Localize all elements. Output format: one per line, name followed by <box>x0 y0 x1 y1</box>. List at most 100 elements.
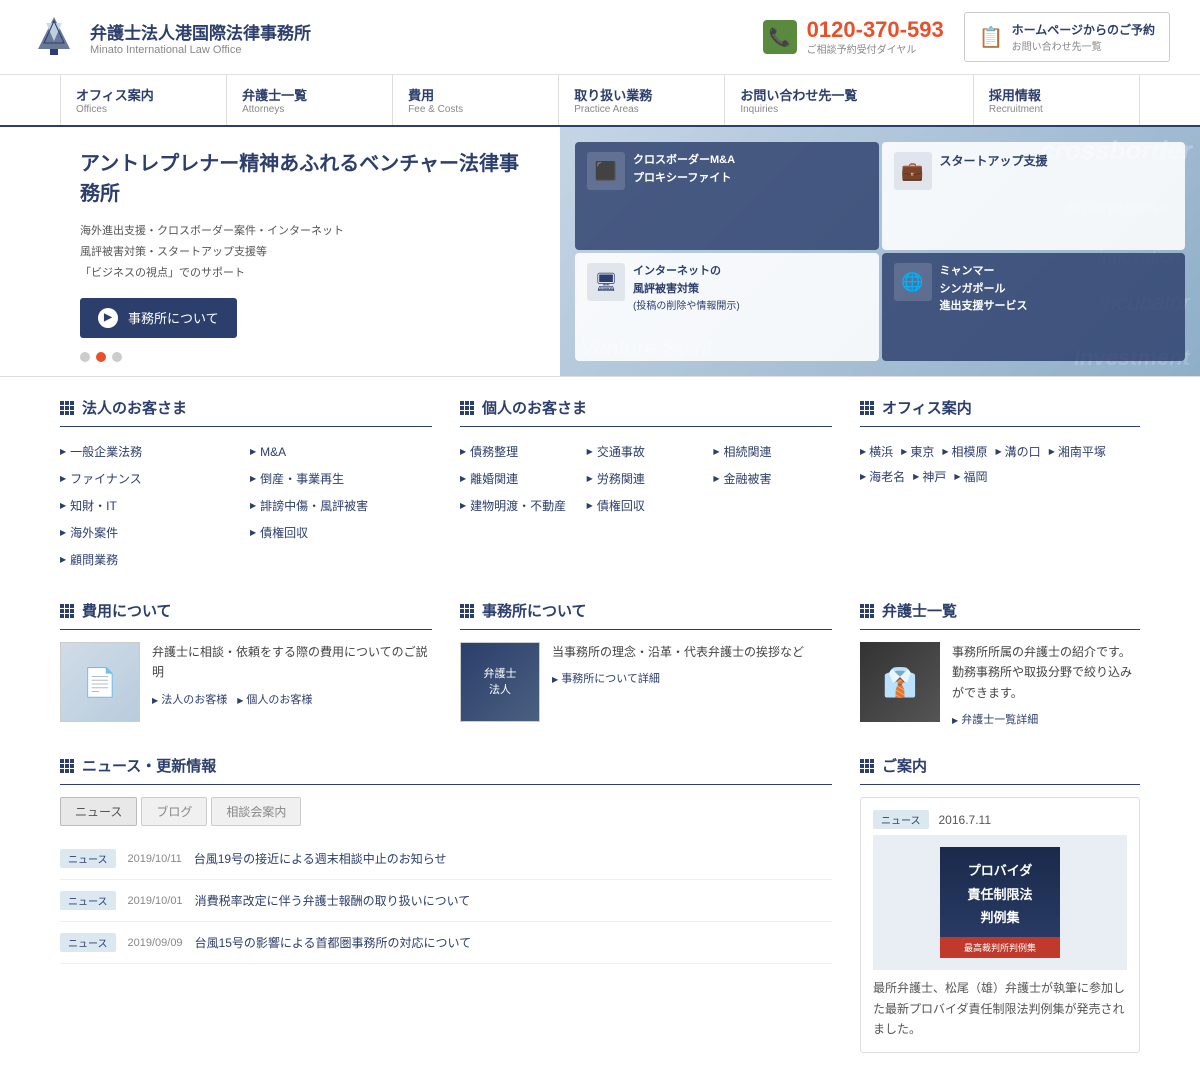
hojin-link-chizai[interactable]: ▶知財・IT <box>60 493 242 518</box>
kojin-link-kinyu[interactable]: ▶金融被害 <box>713 466 832 491</box>
kojin-header: 個人のお客さま <box>460 397 832 427</box>
news-tab-blog[interactable]: ブログ <box>141 797 207 826</box>
kojin-link-rodo[interactable]: ▶労務関連 <box>587 466 706 491</box>
news-tab-soudan[interactable]: 相談会案内 <box>211 797 301 826</box>
hojin-link-tosan[interactable]: ▶倒産・事業再生 <box>250 466 432 491</box>
hero-card-ma[interactable]: ⬛ クロスボーダーM&Aプロキシーファイト <box>575 142 879 250</box>
hojin-title: 法人のお客さま <box>82 397 187 418</box>
cost-link-kojin[interactable]: ▶ 個人のお客様 <box>237 691 312 707</box>
firm-name-jp: 弁護士法人港国際法律事務所 <box>90 19 311 44</box>
contact-sublabel: お問い合わせ先一覧 <box>1012 38 1155 53</box>
nav-label-en: Attorneys <box>242 104 377 115</box>
nav-item-attorneys[interactable]: 弁護士一覧 Attorneys <box>227 75 393 125</box>
hero-dot-2[interactable] <box>96 352 106 362</box>
hero-left: アントレプレナー精神あふれるベンチャー法律事務所 海外進出支援・クロスボーダー案… <box>0 127 560 376</box>
news-tabs: ニュース ブログ 相談会案内 <box>60 797 832 826</box>
nav-item-recruitment[interactable]: 採用情報 Recruitment <box>974 75 1140 125</box>
hero-card-icon-internet: 🖥 <box>587 263 625 301</box>
hero-dot-3[interactable] <box>112 352 122 362</box>
kojin-section: 個人のお客さま ▶債務整理 ▶交通事故 ▶相続関連 ▶離婚関連 ▶労務関連 ▶金… <box>460 397 832 572</box>
office-mizonokuchi[interactable]: ▶溝の口 <box>996 439 1049 464</box>
nav-item-inquiries[interactable]: お問い合わせ先一覧 Inquiries <box>725 75 974 125</box>
news-link-2[interactable]: 消費税率改定に伴う弁護士報酬の取り扱いについて <box>195 892 471 909</box>
main-content: 法人のお客さま ▶一般企業法務 ▶M&A ▶ファイナンス ▶倒産・事業再生 ▶知… <box>30 377 1170 1073</box>
contact-box[interactable]: 📋 ホームページからのご予約 お問い合わせ先一覧 <box>964 12 1170 62</box>
hojin-link-komon[interactable]: ▶顧問業務 <box>60 547 242 572</box>
office-ebina[interactable]: ▶海老名 <box>860 464 913 489</box>
attorney-card: 👔 事務所所属の弁護士の紹介です。勤務事務所や取扱分野で絞り込みができます。 ▶… <box>860 642 1140 727</box>
hero-button[interactable]: ▶ 事務所について <box>80 298 237 338</box>
office-sagamihara[interactable]: ▶相模原 <box>942 439 995 464</box>
news-badge-1: ニュース <box>60 849 116 868</box>
office-tokyo[interactable]: ▶東京 <box>901 439 942 464</box>
hero-dots <box>80 352 530 362</box>
hojin-link-hibo[interactable]: ▶誹謗中傷・風評被害 <box>250 493 432 518</box>
hero-card-text-internet: インターネットの風評被害対策(投稿の削除や情報開示) <box>633 263 740 316</box>
office-shonan[interactable]: ▶湘南平塚 <box>1049 439 1110 464</box>
jimusho-header: 事務所について <box>460 600 832 630</box>
logo-icon <box>30 13 78 61</box>
attorney-detail-link[interactable]: ▶ 弁護士一覧詳細 <box>952 714 1038 726</box>
attorney-desc: 事務所所属の弁護士の紹介です。勤務事務所や取扱分野で絞り込みができます。 <box>952 642 1140 703</box>
hojin-link-saiken[interactable]: ▶債権回収 <box>250 520 432 545</box>
nav-item-practice[interactable]: 取り扱い業務 Practice Areas <box>559 75 725 125</box>
nav-label-jp: 取り扱い業務 <box>574 85 709 104</box>
hojin-section: 法人のお客さま ▶一般企業法務 ▶M&A ▶ファイナンス ▶倒産・事業再生 ▶知… <box>60 397 432 572</box>
kojin-link-jiko[interactable]: ▶交通事故 <box>587 439 706 464</box>
cost-link-hojin[interactable]: ▶ 法人のお客様 <box>152 691 227 707</box>
news-link-1[interactable]: 台風19号の接近による週末相談中止のお知らせ <box>194 850 447 867</box>
guide-book-title: プロバイダ 責任制限法 判例集 <box>948 859 1052 929</box>
kojin-link-sozoku[interactable]: ▶相続関連 <box>713 439 832 464</box>
guide-book-img: プロバイダ 責任制限法 判例集 最高裁判所判例集 <box>873 835 1127 970</box>
kojin-link-saiken2[interactable]: ▶債権回収 <box>587 493 706 518</box>
office-section: オフィス案内 ▶横浜 ▶東京 ▶相模原 ▶溝の口 ▶湘南平塚 ▶海老名 ▶神戸 … <box>860 397 1140 572</box>
kojin-title: 個人のお客さま <box>482 397 587 418</box>
hero-card-internet[interactable]: 🖥 インターネットの風評被害対策(投稿の削除や情報開示) <box>575 253 879 361</box>
jimusho-detail-link[interactable]: ▶ 事務所について詳細 <box>552 673 660 685</box>
office-links: ▶横浜 ▶東京 ▶相模原 ▶溝の口 ▶湘南平塚 ▶海老名 ▶神戸 ▶福岡 <box>860 439 1140 489</box>
office-title: オフィス案内 <box>882 397 972 418</box>
hero-desc: 海外進出支援・クロスボーダー案件・インターネット 風評被害対策・スタートアップ支… <box>80 221 530 284</box>
office-yokohama[interactable]: ▶横浜 <box>860 439 901 464</box>
hero-card-text-ma: クロスボーダーM&Aプロキシーファイト <box>633 152 735 187</box>
office-fukuoka[interactable]: ▶福岡 <box>954 464 995 489</box>
news-tab-news[interactable]: ニュース <box>60 797 137 826</box>
news-item-1: ニュース 2019/10/11 台風19号の接近による週末相談中止のお知らせ <box>60 838 832 880</box>
hero-card-myanmar[interactable]: 🌐 ミャンマーシンガポール進出支援サービス <box>882 253 1186 361</box>
kojin-link-tatemono[interactable]: ▶建物明渡・不動産 <box>460 493 579 518</box>
nav-item-fees[interactable]: 費用 Fee & Costs <box>393 75 559 125</box>
jimusho-title: 事務所について <box>482 600 587 621</box>
nav-item-offices[interactable]: オフィス案内 Offices <box>60 75 227 125</box>
nav-label-en: Recruitment <box>989 104 1124 115</box>
hero-card-startup[interactable]: 💼 スタートアップ支援 <box>882 142 1186 250</box>
hojin-link-ma[interactable]: ▶M&A <box>250 439 432 464</box>
mid-three-col: 費用について 📄 弁護士に相談・依頼をする際の費用についてのご説明 ▶ 法人のお… <box>60 600 1140 727</box>
news-badge-2: ニュース <box>60 891 116 910</box>
guide-section: ご案内 ニュース 2016.7.11 プロバイダ 責任制限法 判例集 最高裁判所… <box>860 755 1140 1052</box>
hero-section: アントレプレナー精神あふれるベンチャー法律事務所 海外進出支援・クロスボーダー案… <box>0 127 1200 377</box>
hojin-links: ▶一般企業法務 ▶M&A ▶ファイナンス ▶倒産・事業再生 ▶知財・IT ▶誹謗… <box>60 439 432 572</box>
hojin-link-general[interactable]: ▶一般企業法務 <box>60 439 242 464</box>
nav-label-en: Offices <box>76 104 211 115</box>
news-link-3[interactable]: 台風15号の影響による首都圏事務所の対応について <box>195 934 472 951</box>
phone-label: ご相談予約受付ダイヤル <box>807 41 944 56</box>
news-date-3: 2019/09/09 <box>128 937 183 949</box>
hojin-link-finance[interactable]: ▶ファイナンス <box>60 466 242 491</box>
main-nav: オフィス案内 Offices 弁護士一覧 Attorneys 費用 Fee & … <box>0 75 1200 127</box>
guide-date: 2016.7.11 <box>939 813 992 827</box>
cost-header: 費用について <box>60 600 432 630</box>
nav-label-en: Practice Areas <box>574 104 709 115</box>
hero-card-icon-myanmar: 🌐 <box>894 263 932 301</box>
kojin-link-rikon[interactable]: ▶離婚関連 <box>460 466 579 491</box>
nav-label-jp: 弁護士一覧 <box>242 85 377 104</box>
phone-number[interactable]: 0120-370-593 <box>807 19 944 41</box>
jimusho-card: 弁護士法人 当事務所の理念・沿革・代表弁護士の挨拶など ▶ 事務所について詳細 <box>460 642 832 722</box>
kojin-link-saimu[interactable]: ▶債務整理 <box>460 439 579 464</box>
hojin-link-kaigai[interactable]: ▶海外案件 <box>60 520 242 545</box>
nav-label-jp: お問い合わせ先一覧 <box>740 85 958 104</box>
grid-icon-5 <box>460 604 474 618</box>
news-item-3: ニュース 2019/09/09 台風15号の影響による首都圏事務所の対応について <box>60 922 832 964</box>
news-header: ニュース・更新情報 <box>60 755 832 785</box>
office-kobe[interactable]: ▶神戸 <box>913 464 954 489</box>
hero-dot-1[interactable] <box>80 352 90 362</box>
